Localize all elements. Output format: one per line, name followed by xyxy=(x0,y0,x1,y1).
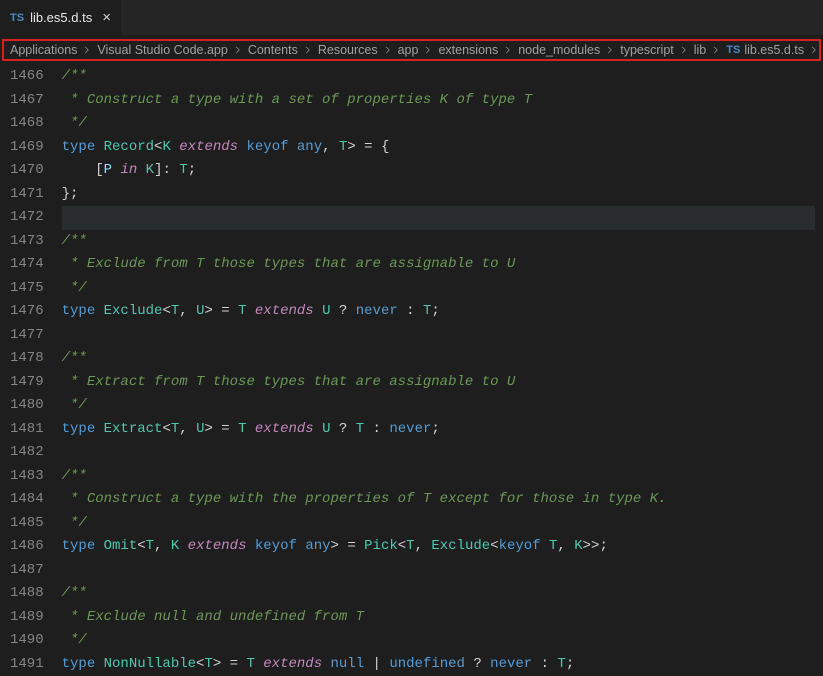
code-line[interactable]: [P in K]: T; xyxy=(62,159,815,183)
line-number: 1473 xyxy=(10,230,44,254)
line-number: 1466 xyxy=(10,65,44,89)
line-number: 1487 xyxy=(10,559,44,583)
line-number: 1474 xyxy=(10,253,44,277)
chevron-right-icon xyxy=(378,45,398,55)
code-line[interactable]: }; xyxy=(62,183,815,207)
line-number-gutter: 1466146714681469147014711472147314741475… xyxy=(0,65,62,676)
tab-active[interactable]: TS lib.es5.d.ts × xyxy=(0,0,122,35)
code-line[interactable] xyxy=(62,206,815,230)
line-number: 1481 xyxy=(10,418,44,442)
code-line[interactable]: * Extract from T those types that are as… xyxy=(62,371,815,395)
breadcrumb-segment[interactable]: extensions xyxy=(438,43,498,57)
breadcrumb-file[interactable]: TS lib.es5.d.ts xyxy=(726,43,804,57)
chevron-right-icon xyxy=(77,45,97,55)
code-line[interactable]: * Construct a type with the properties o… xyxy=(62,488,815,512)
line-number: 1472 xyxy=(10,206,44,230)
line-number: 1480 xyxy=(10,394,44,418)
breadcrumb-segment[interactable]: Contents xyxy=(248,43,298,57)
line-number: 1471 xyxy=(10,183,44,207)
code-line[interactable]: /** xyxy=(62,230,815,254)
code-editor[interactable]: 1466146714681469147014711472147314741475… xyxy=(0,65,823,676)
code-content[interactable]: /** * Construct a type with a set of pro… xyxy=(62,65,823,676)
code-line[interactable]: type Omit<T, K extends keyof any> = Pick… xyxy=(62,535,815,559)
chevron-right-icon xyxy=(228,45,248,55)
line-number: 1484 xyxy=(10,488,44,512)
line-number: 1488 xyxy=(10,582,44,606)
code-line[interactable]: * Exclude null and undefined from T xyxy=(62,606,815,630)
typescript-icon: TS xyxy=(726,44,740,56)
code-line[interactable]: */ xyxy=(62,112,815,136)
line-number: 1485 xyxy=(10,512,44,536)
code-line[interactable] xyxy=(62,324,815,348)
breadcrumb-segment[interactable]: app xyxy=(398,43,419,57)
breadcrumb[interactable]: Applications Visual Studio Code.app Conten… xyxy=(2,39,821,61)
typescript-icon: TS xyxy=(10,12,24,24)
breadcrumb-segment[interactable]: Visual Studio Code.app xyxy=(97,43,227,57)
line-number: 1479 xyxy=(10,371,44,395)
chevron-right-icon xyxy=(418,45,438,55)
code-line[interactable]: /** xyxy=(62,65,815,89)
line-number: 1482 xyxy=(10,441,44,465)
line-number: 1467 xyxy=(10,89,44,113)
code-line[interactable]: */ xyxy=(62,394,815,418)
breadcrumb-segment[interactable]: lib xyxy=(694,43,707,57)
breadcrumb-segment[interactable]: typescript xyxy=(620,43,674,57)
code-line[interactable]: /** xyxy=(62,347,815,371)
breadcrumb-file-label: lib.es5.d.ts xyxy=(744,43,804,57)
line-number: 1468 xyxy=(10,112,44,136)
breadcrumb-segment[interactable]: node_modules xyxy=(518,43,600,57)
code-line[interactable]: * Exclude from T those types that are as… xyxy=(62,253,815,277)
tab-bar: TS lib.es5.d.ts × xyxy=(0,0,823,35)
chevron-right-icon xyxy=(804,45,821,55)
code-line[interactable] xyxy=(62,441,815,465)
code-line[interactable]: */ xyxy=(62,277,815,301)
code-line[interactable]: */ xyxy=(62,512,815,536)
line-number: 1469 xyxy=(10,136,44,160)
code-line[interactable] xyxy=(62,559,815,583)
tab-label: lib.es5.d.ts xyxy=(30,10,92,25)
breadcrumb-segment[interactable]: Resources xyxy=(318,43,378,57)
close-icon[interactable]: × xyxy=(102,9,111,26)
code-line[interactable]: */ xyxy=(62,629,815,653)
code-line[interactable]: type Record<K extends keyof any, T> = { xyxy=(62,136,815,160)
line-number: 1478 xyxy=(10,347,44,371)
line-number: 1490 xyxy=(10,629,44,653)
code-line[interactable]: type Exclude<T, U> = T extends U ? never… xyxy=(62,300,815,324)
chevron-right-icon xyxy=(674,45,694,55)
code-line[interactable]: /** xyxy=(62,582,815,606)
code-line[interactable]: type Extract<T, U> = T extends U ? T : n… xyxy=(62,418,815,442)
line-number: 1483 xyxy=(10,465,44,489)
line-number: 1491 xyxy=(10,653,44,676)
line-number: 1470 xyxy=(10,159,44,183)
chevron-right-icon xyxy=(600,45,620,55)
line-number: 1475 xyxy=(10,277,44,301)
code-line[interactable]: * Construct a type with a set of propert… xyxy=(62,89,815,113)
code-line[interactable]: /** xyxy=(62,465,815,489)
line-number: 1489 xyxy=(10,606,44,630)
breadcrumb-segment[interactable]: Applications xyxy=(10,43,77,57)
chevron-right-icon xyxy=(706,45,726,55)
chevron-right-icon xyxy=(498,45,518,55)
code-line[interactable]: type NonNullable<T> = T extends null | u… xyxy=(62,653,815,676)
chevron-right-icon xyxy=(298,45,318,55)
line-number: 1476 xyxy=(10,300,44,324)
line-number: 1486 xyxy=(10,535,44,559)
line-number: 1477 xyxy=(10,324,44,348)
